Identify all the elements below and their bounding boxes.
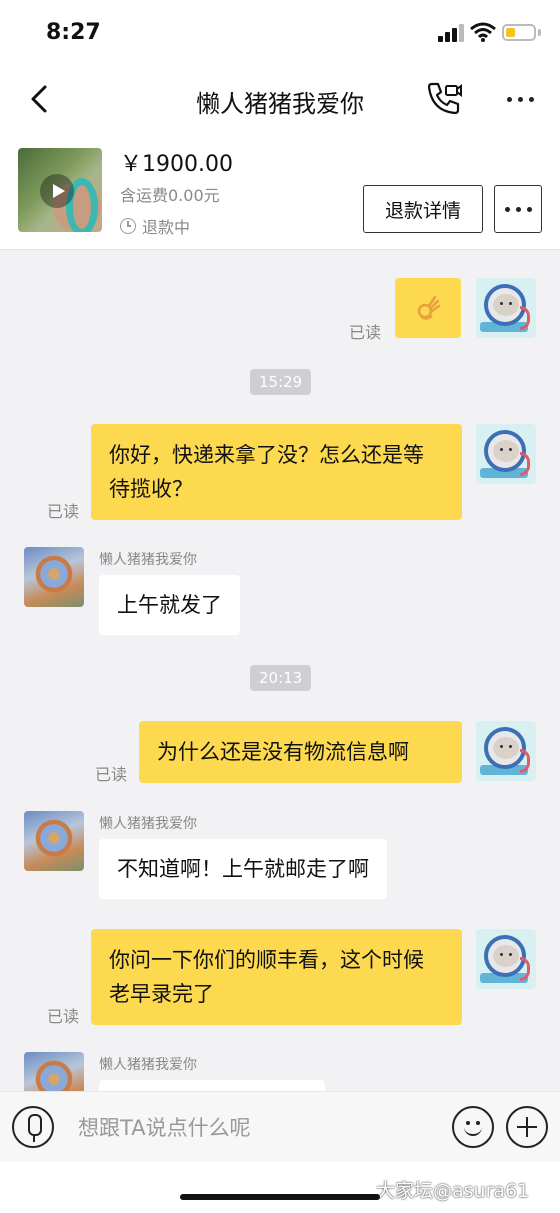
chat-messages[interactable]: 已读 15:29 你好，快递来拿了没？怎么还是等待揽收？ 已读 懒人猪猪我爱你 … <box>0 251 560 1091</box>
read-receipt: 已读 <box>47 1007 80 1026</box>
timestamp: 15:29 <box>250 369 312 395</box>
battery-icon <box>502 24 536 41</box>
add-icon[interactable] <box>506 1106 548 1148</box>
message-input[interactable]: 想跟TA说点什么呢 <box>78 1112 251 1142</box>
status-time: 8:27 <box>46 20 101 45</box>
message-me[interactable]: 你好，快递来拿了没？怎么还是等待揽收？ <box>91 424 462 520</box>
refund-details-button[interactable]: 退款详情 <box>363 185 483 233</box>
my-avatar[interactable] <box>476 721 536 781</box>
nav-bar: 懒人猪猪我爱你 <box>0 68 560 130</box>
product-more-button[interactable] <box>494 185 542 233</box>
message-other[interactable] <box>99 1080 325 1091</box>
my-avatar[interactable] <box>476 278 536 338</box>
play-icon[interactable] <box>40 174 74 208</box>
contact-avatar[interactable] <box>24 1052 84 1091</box>
microphone-icon[interactable] <box>12 1106 54 1148</box>
read-receipt: 已读 <box>349 323 382 342</box>
ok-hand-emoji <box>417 295 441 320</box>
signal-icon <box>438 24 464 42</box>
message-input-area: 想跟TA说点什么呢 <box>0 1092 560 1162</box>
message-other[interactable]: 上午就发了 <box>99 575 240 635</box>
status-bar: 8:27 <box>0 0 560 68</box>
my-avatar[interactable] <box>476 929 536 989</box>
contact-avatar[interactable] <box>24 547 84 607</box>
product-card[interactable]: ￥1900.00 含运费0.00元 退款中 退款详情 <box>0 130 560 250</box>
more-icon[interactable] <box>502 82 538 116</box>
input-bar: 想跟TA说点什么呢 大家坛@asura61 <box>0 1091 560 1213</box>
home-indicator[interactable] <box>180 1194 380 1200</box>
call-icon[interactable] <box>426 80 462 116</box>
timestamp: 20:13 <box>250 665 312 691</box>
refund-status: 退款中 <box>120 214 190 238</box>
read-receipt: 已读 <box>95 765 128 784</box>
message-other[interactable]: 不知道啊！上午就邮走了啊 <box>99 839 387 899</box>
my-avatar[interactable] <box>476 424 536 484</box>
message-me[interactable]: 为什么还是没有物流信息啊 <box>139 721 462 783</box>
clock-icon <box>120 218 136 234</box>
emoji-icon[interactable] <box>452 1106 494 1148</box>
product-thumbnail[interactable] <box>18 148 102 232</box>
contact-nickname: 懒人猪猪我爱你 <box>99 552 197 568</box>
watermark: 大家坛@asura61 <box>376 1180 530 1202</box>
read-receipt: 已读 <box>47 502 80 521</box>
contact-nickname: 懒人猪猪我爱你 <box>99 1057 197 1073</box>
product-price: ￥1900.00 <box>120 152 233 177</box>
message-me[interactable]: 你问一下你们的顺丰看，这个时候老早录完了 <box>91 929 462 1025</box>
refund-status-label: 退款中 <box>142 218 191 237</box>
wifi-icon <box>470 22 496 42</box>
shipping-fee: 含运费0.00元 <box>120 186 220 205</box>
contact-nickname: 懒人猪猪我爱你 <box>99 816 197 832</box>
message-me[interactable] <box>395 278 461 338</box>
chat-title: 懒人猪猪我爱你 <box>196 90 364 118</box>
contact-avatar[interactable] <box>24 811 84 871</box>
